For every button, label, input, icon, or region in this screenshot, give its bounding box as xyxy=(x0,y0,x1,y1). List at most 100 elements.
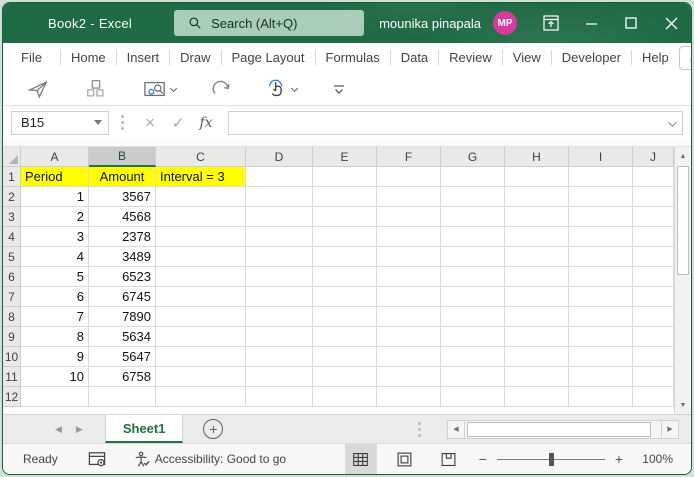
cell-G5[interactable] xyxy=(441,247,505,267)
cell-D5[interactable] xyxy=(246,247,313,267)
cell-G3[interactable] xyxy=(441,207,505,227)
tab-file[interactable]: File xyxy=(11,43,52,72)
cell-J12[interactable] xyxy=(633,387,674,407)
cell-G7[interactable] xyxy=(441,287,505,307)
cell-I9[interactable] xyxy=(569,327,633,347)
cell-F4[interactable] xyxy=(377,227,441,247)
cell-F2[interactable] xyxy=(377,187,441,207)
cell-A6[interactable]: 5 xyxy=(21,267,89,287)
cell-J3[interactable] xyxy=(633,207,674,227)
cell-C2[interactable] xyxy=(156,187,246,207)
normal-view-button[interactable] xyxy=(345,444,377,475)
row-header-11[interactable]: 11 xyxy=(3,367,21,387)
cell-H12[interactable] xyxy=(505,387,569,407)
horizontal-scroll-track[interactable] xyxy=(465,421,661,438)
cell-C11[interactable] xyxy=(156,367,246,387)
cell-F9[interactable] xyxy=(377,327,441,347)
tab-data[interactable]: Data xyxy=(391,43,438,72)
name-box[interactable]: B15 xyxy=(11,111,109,135)
cell-E11[interactable] xyxy=(313,367,377,387)
row-header-1[interactable]: 1 xyxy=(3,167,21,187)
scroll-right-icon[interactable]: ▶ xyxy=(661,421,678,438)
tab-view[interactable]: View xyxy=(503,43,551,72)
scroll-left-icon[interactable]: ◀ xyxy=(448,421,465,438)
cell-E1[interactable] xyxy=(313,167,377,187)
cell-D3[interactable] xyxy=(246,207,313,227)
cell-B7[interactable]: 6745 xyxy=(89,287,156,307)
cell-F12[interactable] xyxy=(377,387,441,407)
tab-formulas[interactable]: Formulas xyxy=(316,43,390,72)
maximize-button[interactable] xyxy=(611,3,651,43)
cell-F5[interactable] xyxy=(377,247,441,267)
cell-C9[interactable] xyxy=(156,327,246,347)
search-box[interactable]: Search (Alt+Q) xyxy=(174,10,364,36)
cell-B4[interactable]: 2378 xyxy=(89,227,156,247)
cell-C7[interactable] xyxy=(156,287,246,307)
column-header-E[interactable]: E xyxy=(313,147,377,167)
touch-mouse-mode-button[interactable] xyxy=(258,75,305,103)
cell-D7[interactable] xyxy=(246,287,313,307)
cell-E12[interactable] xyxy=(313,387,377,407)
cell-J7[interactable] xyxy=(633,287,674,307)
column-header-B[interactable]: B xyxy=(89,147,156,167)
column-header-H[interactable]: H xyxy=(505,147,569,167)
row-header-4[interactable]: 4 xyxy=(3,227,21,247)
cell-C3[interactable] xyxy=(156,207,246,227)
cell-H9[interactable] xyxy=(505,327,569,347)
select-all-corner[interactable] xyxy=(3,147,21,167)
cell-I11[interactable] xyxy=(569,367,633,387)
user-avatar[interactable]: MP xyxy=(493,11,517,35)
cell-B11[interactable]: 6758 xyxy=(89,367,156,387)
cell-C10[interactable] xyxy=(156,347,246,367)
cell-J1[interactable] xyxy=(633,167,674,187)
previous-sheet-icon[interactable]: ◀ xyxy=(55,424,62,435)
cell-H7[interactable] xyxy=(505,287,569,307)
column-header-F[interactable]: F xyxy=(377,147,441,167)
cell-F7[interactable] xyxy=(377,287,441,307)
cell-C12[interactable] xyxy=(156,387,246,407)
tab-draw[interactable]: Draw xyxy=(170,43,220,72)
cell-C8[interactable] xyxy=(156,307,246,327)
vertical-scrollbar[interactable]: ▲ ▼ xyxy=(674,147,691,414)
row-header-8[interactable]: 8 xyxy=(3,307,21,327)
sheet-tab-sheet1[interactable]: Sheet1 xyxy=(105,415,184,443)
cell-B5[interactable]: 3489 xyxy=(89,247,156,267)
zoom-level[interactable]: 100% xyxy=(639,452,673,466)
column-header-I[interactable]: I xyxy=(569,147,633,167)
cell-B1[interactable]: Amount xyxy=(89,167,156,187)
cell-E3[interactable] xyxy=(313,207,377,227)
cell-F6[interactable] xyxy=(377,267,441,287)
cell-I2[interactable] xyxy=(569,187,633,207)
row-header-6[interactable]: 6 xyxy=(3,267,21,287)
cell-H10[interactable] xyxy=(505,347,569,367)
tab-home[interactable]: Home xyxy=(61,43,116,72)
cell-E10[interactable] xyxy=(313,347,377,367)
column-header-C[interactable]: C xyxy=(156,147,246,167)
column-header-J[interactable]: J xyxy=(633,147,674,167)
column-header-G[interactable]: G xyxy=(441,147,505,167)
send-button[interactable] xyxy=(19,75,57,103)
cell-I6[interactable] xyxy=(569,267,633,287)
horizontal-scrollbar[interactable]: ◀ ▶ xyxy=(447,420,679,439)
scroll-down-icon[interactable]: ▼ xyxy=(675,396,691,414)
cell-A5[interactable]: 4 xyxy=(21,247,89,267)
cell-J8[interactable] xyxy=(633,307,674,327)
page-break-preview-button[interactable] xyxy=(433,444,465,475)
cell-D2[interactable] xyxy=(246,187,313,207)
cell-D8[interactable] xyxy=(246,307,313,327)
horizontal-scroll-thumb[interactable] xyxy=(467,422,651,437)
cell-C6[interactable] xyxy=(156,267,246,287)
user-name[interactable]: mounika pinapala xyxy=(379,16,481,31)
cell-B2[interactable]: 3567 xyxy=(89,187,156,207)
cell-B12[interactable] xyxy=(89,387,156,407)
minimize-button[interactable] xyxy=(571,3,611,43)
cell-A2[interactable]: 1 xyxy=(21,187,89,207)
cell-G12[interactable] xyxy=(441,387,505,407)
tab-page-layout[interactable]: Page Layout xyxy=(222,43,315,72)
zoom-slider-thumb[interactable] xyxy=(549,453,554,466)
cell-F11[interactable] xyxy=(377,367,441,387)
ribbon-display-options-button[interactable] xyxy=(531,3,571,43)
cell-C4[interactable] xyxy=(156,227,246,247)
cell-G6[interactable] xyxy=(441,267,505,287)
cell-D1[interactable] xyxy=(246,167,313,187)
